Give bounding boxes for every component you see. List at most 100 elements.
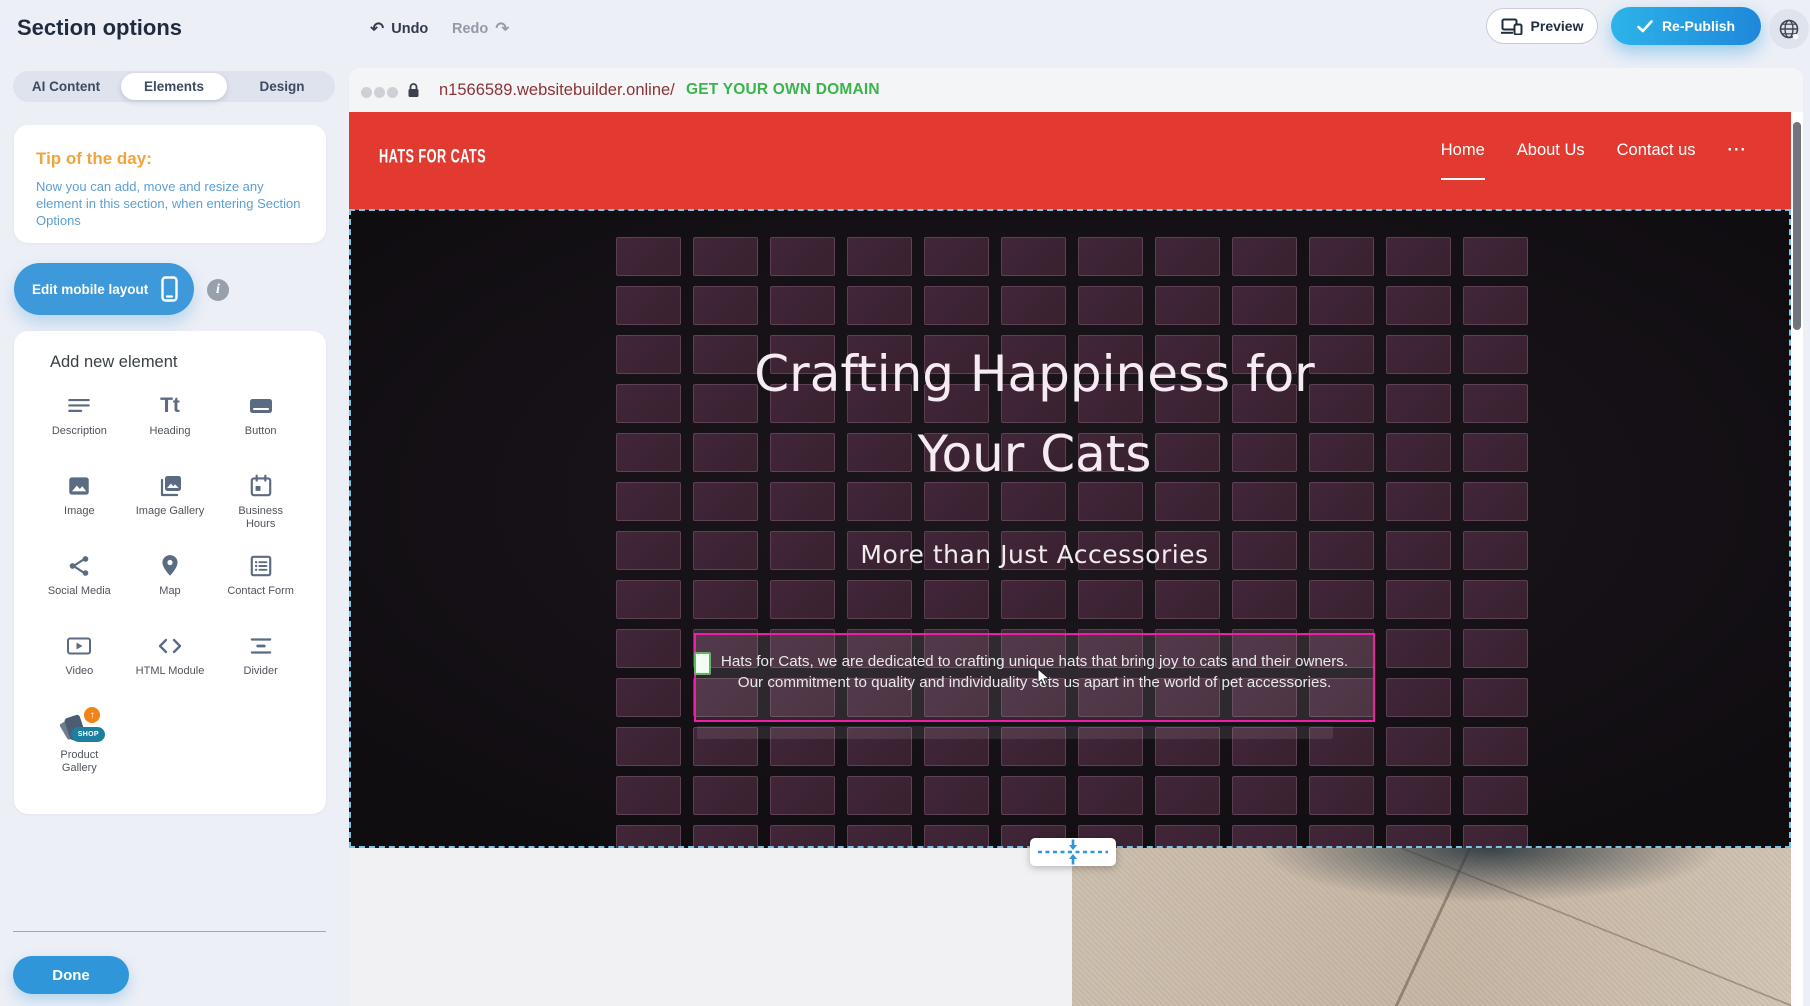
hero-tile — [616, 286, 681, 325]
hero-tile — [1386, 482, 1451, 521]
image-icon — [66, 470, 92, 502]
hero-tile — [1386, 286, 1451, 325]
site-url[interactable]: n1566589.websitebuilder.online/ — [439, 68, 675, 112]
hero-tile — [770, 237, 835, 276]
hero-tile — [770, 286, 835, 325]
hero-tile — [1155, 237, 1220, 276]
code-icon — [156, 630, 184, 662]
hero-tile — [924, 580, 989, 619]
hero-section[interactable]: Crafting Happiness for Your Cats More th… — [349, 210, 1791, 848]
contact-form-icon — [248, 550, 274, 582]
pavement-photo — [1072, 848, 1791, 1006]
hero-tile — [847, 286, 912, 325]
app-window: Section options ↶ Undo Redo ↷ Preview Re… — [0, 0, 1810, 1006]
hero-tile — [1386, 384, 1451, 423]
hero-tile — [1232, 286, 1297, 325]
tab-design[interactable]: Design — [229, 73, 335, 100]
tip-of-the-day-card: Tip of the day: Now you can add, move an… — [14, 125, 326, 243]
button-icon — [247, 390, 275, 422]
selection-shadow-bar — [697, 726, 1333, 739]
hero-tile — [1463, 286, 1528, 325]
tip-title: Tip of the day: — [36, 149, 304, 169]
element-product-gallery[interactable]: ↑ SHOP Product Gallery — [34, 710, 125, 787]
panel-tabs: AI Content Elements Design — [13, 71, 335, 102]
globe-icon — [1778, 18, 1800, 40]
hero-tile — [1001, 580, 1066, 619]
info-icon[interactable]: i — [207, 279, 229, 301]
hero-tile — [924, 825, 989, 848]
element-image[interactable]: Image — [34, 470, 125, 547]
nav-contact-us[interactable]: Contact us — [1617, 140, 1696, 178]
republish-button[interactable]: Re-Publish — [1611, 7, 1761, 45]
edit-mobile-layout-button[interactable]: Edit mobile layout — [14, 263, 194, 315]
hero-tile — [616, 335, 681, 374]
element-contact-form[interactable]: Contact Form — [215, 550, 306, 627]
redo-button[interactable]: Redo ↷ — [452, 15, 510, 43]
hero-tile — [1309, 237, 1374, 276]
hero-tile — [770, 580, 835, 619]
hero-tile — [1078, 776, 1143, 815]
hero-tile — [616, 531, 681, 570]
done-button[interactable]: Done — [13, 956, 129, 994]
element-image-gallery[interactable]: Image Gallery — [125, 470, 216, 547]
hero-tile — [616, 433, 681, 472]
element-button[interactable]: Button — [215, 390, 306, 467]
hero-tile — [1155, 286, 1220, 325]
tab-ai-content[interactable]: AI Content — [13, 73, 119, 100]
hero-tile — [616, 384, 681, 423]
hero-tile — [847, 776, 912, 815]
preview-button[interactable]: Preview — [1486, 8, 1598, 44]
hero-tile — [1155, 580, 1220, 619]
hero-tile — [847, 825, 912, 848]
hero-tile — [693, 580, 758, 619]
element-business-hours[interactable]: Business Hours — [215, 470, 306, 547]
language-globe-button[interactable] — [1769, 9, 1809, 49]
hero-tile — [1463, 580, 1528, 619]
nav-about-us[interactable]: About Us — [1517, 140, 1585, 178]
hero-tile — [1386, 825, 1451, 848]
site-preview-window: n1566589.websitebuilder.online/ GET YOUR… — [349, 68, 1803, 1006]
next-section-background — [349, 848, 1072, 1006]
element-divider[interactable]: Divider — [215, 630, 306, 707]
hero-subheading[interactable]: More than Just Accessories — [694, 540, 1375, 569]
element-video[interactable]: Video — [34, 630, 125, 707]
section-resize-handle[interactable] — [1030, 838, 1116, 866]
image-gallery-icon — [156, 470, 184, 502]
hero-tile — [770, 776, 835, 815]
site-logo[interactable]: HATS FOR CATS — [379, 145, 486, 167]
drag-handle[interactable] — [694, 652, 711, 675]
hero-tile — [616, 678, 681, 717]
hero-tile — [1463, 237, 1528, 276]
get-domain-link[interactable]: GET YOUR OWN DOMAIN — [686, 68, 880, 112]
hero-heading[interactable]: Crafting Happiness for Your Cats — [694, 334, 1375, 494]
element-map[interactable]: Map — [125, 550, 216, 627]
nav-home[interactable]: Home — [1441, 140, 1485, 180]
hero-tile — [1386, 629, 1451, 668]
element-social-media[interactable]: Social Media — [34, 550, 125, 627]
hero-tile — [616, 727, 681, 766]
hero-tile — [1463, 384, 1528, 423]
element-html-module[interactable]: HTML Module — [125, 630, 216, 707]
element-grid: Description Tt Heading Button Image — [34, 390, 306, 787]
window-dot-icon — [361, 87, 372, 98]
nav-more[interactable]: ··· — [1728, 140, 1747, 178]
add-element-title: Add new element — [50, 353, 306, 372]
browser-bar: n1566589.websitebuilder.online/ GET YOUR… — [349, 68, 1803, 112]
undo-button[interactable]: ↶ Undo — [370, 15, 428, 43]
hero-tile — [1463, 433, 1528, 472]
hero-tile — [924, 237, 989, 276]
hero-tile — [1078, 286, 1143, 325]
hero-tile — [847, 237, 912, 276]
hero-tile — [616, 825, 681, 848]
element-heading[interactable]: Tt Heading — [125, 390, 216, 467]
tab-elements[interactable]: Elements — [121, 73, 227, 100]
element-description[interactable]: Description — [34, 390, 125, 467]
hero-tile — [1386, 776, 1451, 815]
preview-scrollbar[interactable] — [1793, 122, 1801, 330]
undo-icon: ↶ — [370, 21, 384, 38]
hero-tile — [1232, 237, 1297, 276]
panel-divider — [13, 931, 326, 932]
add-element-panel: Add new element Description Tt Heading B… — [14, 331, 326, 814]
selected-paragraph-element[interactable]: Hats for Cats, we are dedicated to craft… — [694, 633, 1375, 722]
hero-paragraph[interactable]: Hats for Cats, we are dedicated to craft… — [696, 651, 1373, 693]
